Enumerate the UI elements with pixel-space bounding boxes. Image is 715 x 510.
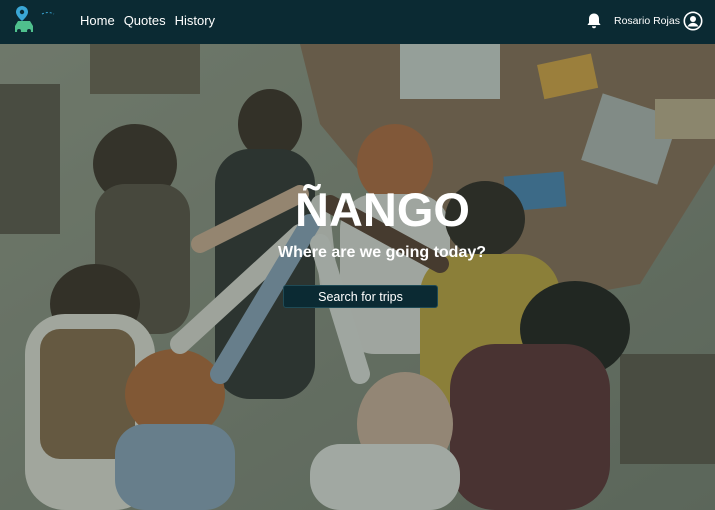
main-nav: Home Quotes History: [80, 13, 215, 28]
nav-link-history[interactable]: History: [175, 13, 215, 28]
search-trips-button[interactable]: Search for trips: [283, 285, 438, 308]
user-circle-icon[interactable]: [683, 11, 703, 31]
hero-subtitle: Where are we going today?: [277, 244, 487, 261]
bell-icon[interactable]: [586, 12, 602, 30]
nav-link-home[interactable]: Home: [80, 13, 115, 28]
car-location-icon[interactable]: [12, 4, 56, 36]
user-name[interactable]: Rosario Rojas: [614, 15, 680, 27]
nav-link-quotes[interactable]: Quotes: [124, 13, 166, 28]
top-navbar: Home Quotes History Rosario Rojas: [0, 0, 715, 44]
hero-overlay: [0, 44, 715, 510]
brand-title: ÑANGO: [295, 183, 470, 236]
hero-section: ÑANGO Where are we going today? Search f…: [0, 44, 715, 510]
